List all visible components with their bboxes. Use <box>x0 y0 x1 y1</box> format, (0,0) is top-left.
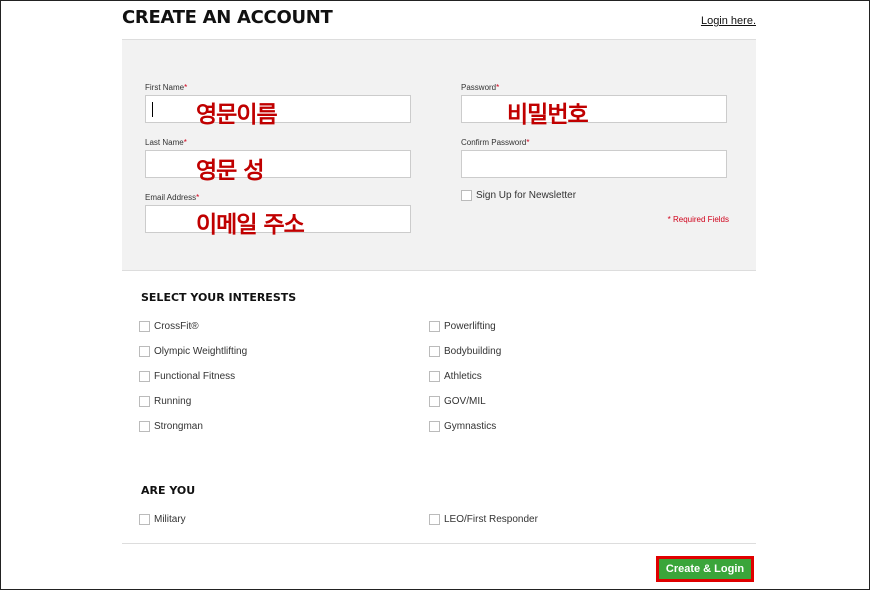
interest-option[interactable]: GOV/MIL <box>429 396 486 407</box>
page-title: CREATE AN ACCOUNT <box>122 7 333 28</box>
create-and-login-label: Create & Login <box>665 563 745 575</box>
last-name-label: Last Name* <box>145 138 411 147</box>
interest-label: Athletics <box>444 371 482 382</box>
required-mark: * <box>183 138 187 147</box>
interest-checkbox[interactable] <box>139 421 150 432</box>
interest-option[interactable]: Functional Fitness <box>139 371 235 382</box>
interest-option[interactable]: Olympic Weightlifting <box>139 346 247 357</box>
interest-checkbox[interactable] <box>139 396 150 407</box>
interest-checkbox[interactable] <box>429 396 440 407</box>
interest-label: Functional Fitness <box>154 371 236 382</box>
interest-option[interactable]: Gymnastics <box>429 421 496 432</box>
text-cursor <box>152 102 153 117</box>
interest-checkbox[interactable] <box>429 321 440 332</box>
confirm-password-label: Confirm Password* <box>461 138 727 147</box>
interest-label: Powerlifting <box>444 321 496 332</box>
interest-checkbox[interactable] <box>139 346 150 357</box>
newsletter-label: Sign Up for Newsletter <box>476 190 577 201</box>
password-label: Password* <box>461 83 727 92</box>
last-name-label-text: Last Name <box>145 138 184 147</box>
interest-label: Running <box>154 396 192 407</box>
interest-option[interactable]: Running <box>139 396 191 407</box>
first-name-label: First Name* <box>145 83 411 92</box>
are-you-label: Military <box>154 514 186 525</box>
create-and-login-button[interactable]: Create & Login <box>656 556 754 582</box>
divider <box>122 543 756 544</box>
last-name-field-group: Last Name* <box>145 138 411 178</box>
interest-label: Bodybuilding <box>444 346 502 357</box>
account-form-panel: First Name* Last Name* Email Address* Pa… <box>122 39 756 271</box>
interest-option[interactable]: Strongman <box>139 421 203 432</box>
required-mark: * <box>496 83 500 92</box>
are-you-title: ARE YOU <box>141 484 196 497</box>
interest-checkbox[interactable] <box>139 371 150 382</box>
interest-option[interactable]: Athletics <box>429 371 482 382</box>
are-you-checkbox[interactable] <box>429 514 440 525</box>
last-name-input[interactable] <box>145 150 411 178</box>
email-input[interactable] <box>145 205 411 233</box>
interest-label: Gymnastics <box>444 421 497 432</box>
required-mark: * <box>526 138 530 147</box>
interest-checkbox[interactable] <box>429 371 440 382</box>
first-name-label-text: First Name <box>145 83 185 92</box>
interests-title: SELECT YOUR INTERESTS <box>141 291 297 304</box>
email-field-group: Email Address* <box>145 193 411 233</box>
password-input[interactable] <box>461 95 727 123</box>
first-name-input[interactable] <box>145 95 411 123</box>
required-mark: * <box>196 193 200 202</box>
interest-label: CrossFit® <box>154 321 199 332</box>
are-you-option[interactable]: LEO/First Responder <box>429 514 538 525</box>
are-you-label: LEO/First Responder <box>444 514 538 525</box>
page-header: CREATE AN ACCOUNT Login here. <box>122 5 756 39</box>
newsletter-checkbox[interactable] <box>461 190 472 201</box>
interest-label: Olympic Weightlifting <box>154 346 248 357</box>
email-label-text: Email Address <box>145 193 197 202</box>
interest-checkbox[interactable] <box>139 321 150 332</box>
email-label: Email Address* <box>145 193 411 202</box>
password-label-text: Password <box>461 83 497 92</box>
newsletter-option[interactable]: Sign Up for Newsletter <box>461 190 576 201</box>
interest-option[interactable]: CrossFit® <box>139 321 199 332</box>
interest-checkbox[interactable] <box>429 421 440 432</box>
login-link[interactable]: Login here. <box>701 15 756 27</box>
interest-option[interactable]: Powerlifting <box>429 321 496 332</box>
required-mark: * <box>184 83 188 92</box>
interest-label: GOV/MIL <box>444 396 486 407</box>
interest-checkbox[interactable] <box>429 346 440 357</box>
confirm-password-label-text: Confirm Password <box>461 138 527 147</box>
are-you-checkbox[interactable] <box>139 514 150 525</box>
first-name-field-group: First Name* <box>145 83 411 123</box>
are-you-option[interactable]: Military <box>139 514 186 525</box>
interest-option[interactable]: Bodybuilding <box>429 346 501 357</box>
password-field-group: Password* <box>461 83 727 123</box>
confirm-password-field-group: Confirm Password* <box>461 138 727 178</box>
interest-label: Strongman <box>154 421 203 432</box>
confirm-password-input[interactable] <box>461 150 727 178</box>
required-fields-note: * Required Fields <box>667 215 729 224</box>
